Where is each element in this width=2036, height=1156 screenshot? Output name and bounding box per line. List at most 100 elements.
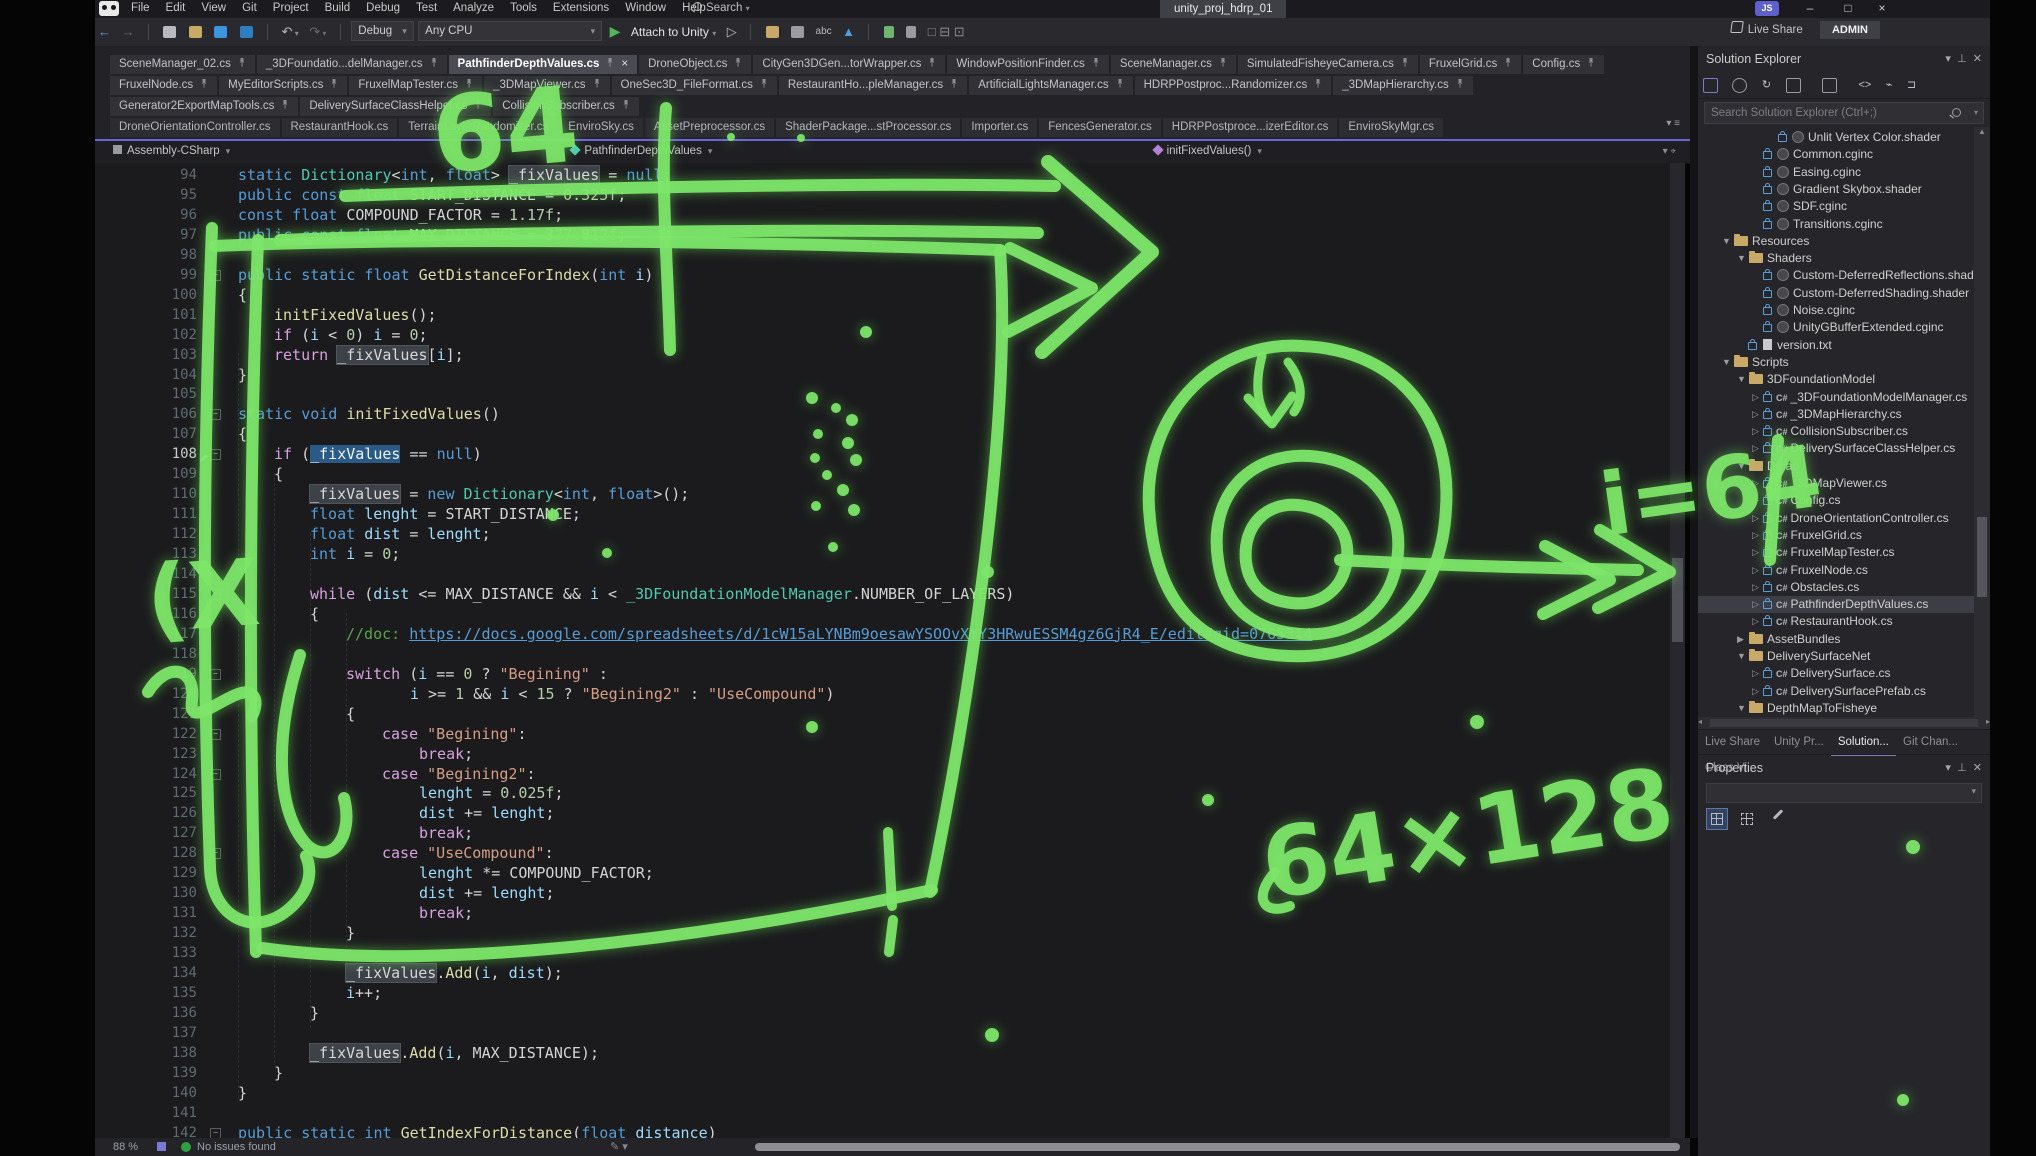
chevron-collapsed-icon[interactable]: ▷ — [1752, 579, 1763, 596]
chevron-expanded-icon[interactable]: ▼ — [1737, 648, 1748, 665]
breadcrumb-extra-icons[interactable]: ▾ ⌖ — [1663, 141, 1676, 162]
document-tab[interactable]: DroneObject.cs — [639, 55, 751, 74]
chevron-collapsed-icon[interactable]: ▷ — [1752, 562, 1763, 579]
code-line[interactable]: 111float lenght = START_DISTANCE; — [95, 504, 1670, 524]
tree-item-fruxelmaptester-cs[interactable]: ▷C#FruxelMapTester.cs — [1698, 544, 1990, 561]
code-line[interactable]: 131break; — [95, 903, 1670, 923]
open-folder-icon[interactable] — [189, 26, 202, 38]
menu-build[interactable]: Build — [317, 0, 359, 16]
solution-search-input[interactable]: Search Solution Explorer (Ctrl+;) ▾ — [1704, 102, 1984, 124]
tree-item-pathfinderdepthvalues-cs[interactable]: ▷C#PathfinderDepthValues.cs — [1698, 596, 1990, 613]
tree-item-common-cginc[interactable]: Common.cginc — [1698, 146, 1990, 163]
close-button[interactable]: × — [1867, 0, 1897, 17]
breadcrumb-class[interactable]: PathfinderDepthValues▾ — [563, 141, 712, 162]
tree-item-deliverysurfaceprefab-cs[interactable]: ▷C#DeliverySurfacePrefab.cs — [1698, 683, 1990, 700]
fold-marker[interactable]: − — [210, 449, 221, 460]
add-item-icon[interactable] — [766, 26, 779, 38]
chevron-expanded-icon[interactable]: ▼ — [1722, 354, 1733, 371]
code-line[interactable]: 103return _fixValues[i]; — [95, 345, 1670, 365]
document-tab[interactable]: Generator2ExportMapTools.cs — [110, 97, 298, 116]
document-tab[interactable]: _3DFoundatio...delManager.cs — [257, 55, 447, 74]
tree-item-deliverysurfaceclasshelper-cs[interactable]: ▷C#DeliverySurfaceClassHelper.cs — [1698, 440, 1990, 457]
tree-item-deliverysurfacenet[interactable]: ▼DeliverySurfaceNet — [1698, 648, 1990, 665]
pending-changes-icon[interactable] — [1732, 78, 1747, 93]
document-tab[interactable]: MyEditorScripts.cs — [219, 76, 347, 95]
code-line[interactable]: 116{ — [95, 604, 1670, 624]
save-all-icon[interactable] — [240, 26, 253, 38]
code-line[interactable]: 141 — [95, 1103, 1670, 1123]
code-line[interactable]: 142−public static int GetIndexForDistanc… — [95, 1123, 1670, 1138]
code-line[interactable]: 135i++; — [95, 983, 1670, 1003]
menu-analyze[interactable]: Analyze — [445, 0, 502, 16]
switch-view-icon[interactable]: <> — [1858, 79, 1871, 92]
panel-dropdown-icon[interactable]: ▾ — [1945, 53, 1951, 65]
fold-marker[interactable]: − — [210, 848, 221, 859]
preview-icon[interactable]: ⊐ — [1907, 79, 1916, 92]
code-line[interactable]: 97public const float MAX_DISTANCE = 377.… — [95, 225, 1670, 245]
close-icon[interactable]: ✕ — [1973, 53, 1982, 65]
fold-marker[interactable]: − — [210, 589, 221, 600]
breadcrumb-assembly[interactable]: Assembly-CSharp▾ — [105, 141, 230, 162]
chevron-collapsed-icon[interactable]: ▷ — [1752, 613, 1763, 630]
panel-tab-live-share[interactable]: Live Share — [1698, 730, 1767, 754]
categorized-icon[interactable] — [1706, 808, 1728, 830]
cursor-icon[interactable]: ▲ — [842, 24, 855, 39]
code-line[interactable]: 109{ — [95, 464, 1670, 484]
tree-item-dmap[interactable]: ▼DMap — [1698, 458, 1990, 475]
start-without-debug-icon[interactable]: ▷ — [727, 24, 737, 40]
code-line[interactable]: 124−case "Begining2": — [95, 764, 1670, 784]
code-line[interactable]: 101initFixedValues(); — [95, 305, 1670, 325]
close-icon[interactable]: ✕ — [1973, 762, 1982, 774]
menu-edit[interactable]: Edit — [158, 0, 194, 16]
chevron-expanded-icon[interactable]: ▼ — [1737, 700, 1748, 717]
document-tab[interactable]: FencesGenerator.cs — [1039, 118, 1161, 137]
menu-view[interactable]: View — [193, 0, 234, 16]
chevron-collapsed-icon[interactable]: ▷ — [1752, 475, 1763, 492]
document-tab[interactable]: OneSec3D_FileFormat.cs — [612, 76, 777, 95]
tree-item-fruxelgrid-cs[interactable]: ▷C#FruxelGrid.cs — [1698, 527, 1990, 544]
document-tab[interactable]: WindowPositionFinder.cs — [947, 55, 1108, 74]
chevron-collapsed-icon[interactable]: ▷ — [1752, 423, 1763, 440]
chevron-expanded-icon[interactable]: ▼ — [1737, 458, 1748, 475]
document-tab[interactable]: HDRPPostproce...izerEditor.cs — [1163, 118, 1338, 137]
split-view-icon[interactable] — [157, 1142, 166, 1151]
document-tab[interactable]: RestaurantHo...pleManager.cs — [779, 76, 967, 95]
code-line[interactable]: 126dist += lenght; — [95, 803, 1670, 823]
editor-vertical-scrollbar[interactable] — [1670, 163, 1685, 1138]
menu-window[interactable]: Window — [617, 0, 674, 16]
breadcrumb-method[interactable]: initFixedValues()▾ — [1146, 141, 1262, 162]
code-line[interactable]: 115−while (dist <= MAX_DISTANCE && i < _… — [95, 584, 1670, 604]
code-line[interactable]: 110_fixValues = new Dictionary<int, floa… — [95, 484, 1670, 504]
compare-icon[interactable] — [906, 26, 916, 38]
fold-marker[interactable]: − — [210, 1128, 221, 1138]
tree-item-assetbundles[interactable]: ▶AssetBundles — [1698, 631, 1990, 648]
tree-item-version-txt[interactable]: version.txt — [1698, 337, 1990, 354]
menu-extensions[interactable]: Extensions — [545, 0, 617, 16]
chevron-collapsed-icon[interactable]: ▷ — [1752, 510, 1763, 527]
tree-item-obstacles-cs[interactable]: ▷C#Obstacles.cs — [1698, 579, 1990, 596]
window-layout-icon[interactable] — [791, 26, 804, 38]
code-line[interactable]: 122−case "Begining": — [95, 724, 1670, 744]
navigate-forward-icon[interactable]: → — [121, 24, 134, 39]
tree-item-noise-cginc[interactable]: Noise.cginc — [1698, 302, 1990, 319]
fold-marker[interactable]: − — [210, 669, 221, 680]
chevron-collapsed-icon[interactable]: ▷ — [1752, 665, 1763, 682]
menu-project[interactable]: Project — [265, 0, 317, 16]
maximize-button[interactable]: □ — [1833, 0, 1863, 17]
editor-horizontal-scrollbar[interactable] — [755, 1143, 1680, 1151]
tree-item-3dfoundationmodel[interactable]: ▼3DFoundationModel — [1698, 371, 1990, 388]
redo-icon[interactable]: ↷ ▾ — [309, 24, 326, 40]
menu-debug[interactable]: Debug — [358, 0, 408, 16]
configuration-dropdown[interactable]: Debug▾ — [351, 21, 413, 41]
document-tab[interactable]: DroneOrientationController.cs — [110, 118, 280, 137]
tab-overflow-icon[interactable]: ▾ ≡ — [1666, 118, 1680, 129]
property-pages-icon[interactable] — [1767, 808, 1789, 830]
code-line[interactable]: 132} — [95, 923, 1670, 943]
admin-badge[interactable]: ADMIN — [1820, 21, 1880, 39]
code-line[interactable]: 98 — [95, 245, 1670, 265]
tree-item-easing-cginc[interactable]: Easing.cginc — [1698, 164, 1990, 181]
code-line[interactable]: 121{ — [95, 704, 1670, 724]
refresh-icon[interactable]: ↻ — [1762, 79, 1771, 92]
code-line[interactable]: 120i >= 1 && i < 15 ? "Begining2" : "Use… — [95, 684, 1670, 704]
code-line[interactable]: 105 — [95, 384, 1670, 404]
